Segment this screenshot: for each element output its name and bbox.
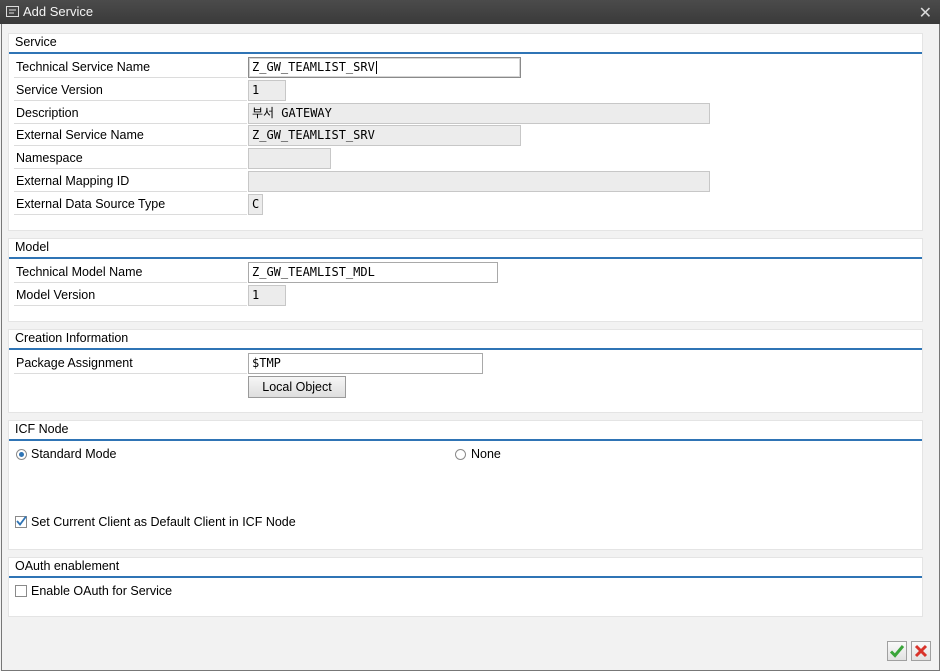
package-assignment-label: Package Assignment bbox=[14, 353, 247, 374]
technical-model-name-label: Technical Model Name bbox=[14, 262, 247, 283]
oauth-group-divider bbox=[9, 576, 922, 578]
default-client-checkbox[interactable] bbox=[15, 515, 27, 528]
service-group-title: Service bbox=[15, 35, 57, 49]
dialog-icon bbox=[6, 6, 19, 17]
namespace-field[interactable] bbox=[248, 148, 331, 169]
dialog-body: Service Technical Service Name Z_GW_TEAM… bbox=[1, 24, 940, 671]
icf-node-group: ICF Node Standard Mode None Set Current … bbox=[8, 420, 923, 550]
window-title: Add Service bbox=[23, 4, 94, 19]
model-version-field[interactable]: 1 bbox=[248, 285, 286, 306]
text-cursor bbox=[375, 61, 377, 74]
oauth-group-title: OAuth enablement bbox=[15, 559, 120, 573]
none-label: None bbox=[471, 447, 501, 461]
standard-mode-label: Standard Mode bbox=[31, 447, 117, 461]
creation-info-group-divider bbox=[9, 348, 922, 350]
checkmark-icon bbox=[889, 645, 905, 658]
confirm-button[interactable] bbox=[887, 641, 907, 661]
model-version-label: Model Version bbox=[14, 285, 247, 306]
description-field[interactable]: 부서 GATEWAY bbox=[248, 103, 710, 124]
external-service-name-field[interactable]: Z_GW_TEAMLIST_SRV bbox=[248, 125, 521, 146]
service-version-label: Service Version bbox=[14, 80, 247, 101]
service-group: Service Technical Service Name Z_GW_TEAM… bbox=[8, 33, 923, 231]
icf-node-group-title: ICF Node bbox=[15, 422, 69, 436]
creation-info-group: Creation Information Package Assignment … bbox=[8, 329, 923, 413]
close-icon[interactable]: ✕ bbox=[919, 3, 932, 23]
external-data-source-type-field[interactable]: C bbox=[248, 194, 263, 215]
technical-service-name-input[interactable]: Z_GW_TEAMLIST_SRV bbox=[248, 57, 521, 78]
service-group-divider bbox=[9, 52, 922, 54]
enable-oauth-checkbox[interactable] bbox=[15, 585, 27, 597]
cancel-icon bbox=[914, 644, 928, 658]
model-group-divider bbox=[9, 257, 922, 259]
namespace-label: Namespace bbox=[14, 148, 247, 169]
enable-oauth-label: Enable OAuth for Service bbox=[31, 584, 173, 598]
external-data-source-type-label: External Data Source Type bbox=[14, 194, 247, 215]
icf-node-group-divider bbox=[9, 439, 922, 441]
standard-mode-radio[interactable] bbox=[16, 449, 27, 460]
creation-info-group-title: Creation Information bbox=[15, 331, 129, 345]
technical-service-name-label: Technical Service Name bbox=[14, 57, 247, 78]
model-group: Model Technical Model Name Z_GW_TEAMLIST… bbox=[8, 238, 923, 322]
external-mapping-id-label: External Mapping ID bbox=[14, 171, 247, 192]
none-radio[interactable] bbox=[455, 449, 466, 460]
checkmark-icon bbox=[16, 515, 27, 526]
package-assignment-input[interactable]: $TMP bbox=[248, 353, 483, 374]
service-version-field[interactable]: 1 bbox=[248, 80, 286, 101]
external-mapping-id-field[interactable] bbox=[248, 171, 710, 192]
oauth-group: OAuth enablement Enable OAuth for Servic… bbox=[8, 557, 923, 617]
default-client-label: Set Current Client as Default Client in … bbox=[31, 515, 296, 529]
external-service-name-label: External Service Name bbox=[14, 125, 247, 146]
radio-selected-dot bbox=[19, 452, 24, 457]
model-group-title: Model bbox=[15, 240, 50, 254]
cancel-button[interactable] bbox=[911, 641, 931, 661]
window-titlebar: Add Service ✕ bbox=[0, 0, 940, 24]
description-label: Description bbox=[14, 103, 247, 124]
technical-model-name-input[interactable]: Z_GW_TEAMLIST_MDL bbox=[248, 262, 498, 283]
local-object-button[interactable]: Local Object bbox=[248, 376, 346, 398]
